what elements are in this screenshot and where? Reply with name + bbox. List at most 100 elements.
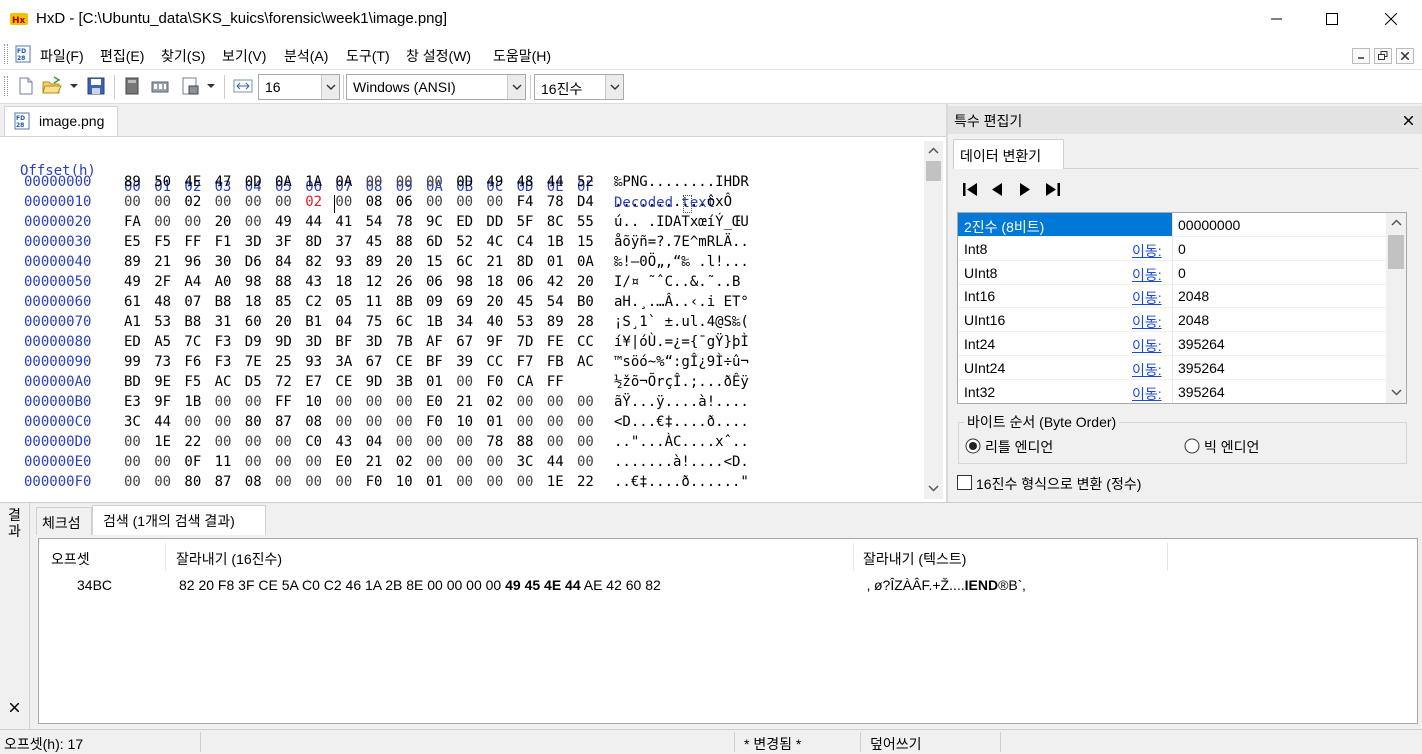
hex-byte[interactable]: 00: [396, 414, 413, 430]
data-inspector-row[interactable]: UInt8 이동: 0: [958, 260, 1386, 285]
hex-byte[interactable]: 00: [305, 474, 322, 490]
hex-byte[interactable]: 49: [486, 174, 503, 190]
hex-byte[interactable]: 93: [335, 254, 352, 270]
hex-byte[interactable]: AC: [577, 354, 594, 370]
hex-byte[interactable]: 43: [305, 274, 322, 290]
hex-byte[interactable]: 9D: [275, 334, 292, 350]
hex-row[interactable]: 00000000 89 50 4E 47 0D 0A 1A 0A 00 00 00 0D 49 48 44 52…: [0, 174, 920, 194]
hex-byte[interactable]: 00: [426, 194, 443, 210]
last-icon[interactable]: [1044, 181, 1061, 198]
decoded-text[interactable]: ¡S¸1` ±.ul.4@S‰(: [614, 314, 749, 330]
hex-byte[interactable]: 50: [154, 174, 171, 190]
hex-byte[interactable]: 7D: [517, 334, 534, 350]
hex-byte[interactable]: 69: [456, 294, 473, 310]
hex-byte[interactable]: 21: [486, 254, 503, 270]
hex-byte[interactable]: 00: [577, 414, 594, 430]
hex-byte[interactable]: 00: [154, 194, 171, 210]
decoded-text[interactable]: ..€‡....ð......": [614, 474, 749, 490]
hex-byte[interactable]: 9E: [154, 374, 171, 390]
hex-byte[interactable]: 88: [275, 274, 292, 290]
hex-byte[interactable]: CA: [517, 374, 534, 390]
hex-byte[interactable]: CC: [577, 334, 594, 350]
hex-byte[interactable]: F0: [486, 374, 503, 390]
hex-row[interactable]: 000000F0 00 00 80 87 08 00 00 00 F0 10 01 00 00 00 1E 22…: [0, 474, 920, 494]
hex-byte[interactable]: 00: [335, 194, 352, 210]
decoded-text[interactable]: .......à!....<D.: [614, 454, 749, 470]
hex-byte[interactable]: 00: [547, 434, 564, 450]
hex-byte[interactable]: 00: [486, 474, 503, 490]
mdi-close-button[interactable]: [1396, 48, 1414, 64]
hex-byte[interactable]: 2F: [154, 274, 171, 290]
hex-row[interactable]: 00000020 FA 00 00 20 00 49 44 41 54 78 9C ED DD 5F 8C 55…: [0, 214, 920, 234]
tab-search-results[interactable]: 검색 (1개의 검색 결과): [92, 505, 266, 535]
vertical-scrollbar[interactable]: [924, 141, 943, 499]
hex-byte[interactable]: 01: [426, 374, 443, 390]
hex-byte[interactable]: 45: [517, 294, 534, 310]
data-inspector-row[interactable]: Int8 이동: 0: [958, 236, 1386, 261]
hex-byte[interactable]: F1: [215, 234, 232, 250]
vertical-scrollbar[interactable]: [1386, 213, 1406, 403]
hex-byte[interactable]: 1E: [154, 434, 171, 450]
hex-byte[interactable]: 10: [396, 474, 413, 490]
hex-byte[interactable]: F7: [517, 354, 534, 370]
hex-byte[interactable]: 48: [154, 294, 171, 310]
type-value[interactable]: 00000000: [1178, 217, 1240, 233]
hex-row[interactable]: 00000040 89 21 96 30 D6 84 82 93 89 20 15 6C 21 8D 01 0A…: [0, 254, 920, 274]
hex-byte[interactable]: 00: [275, 194, 292, 210]
column-separator[interactable]: [853, 543, 854, 571]
hex-byte[interactable]: FE: [547, 334, 564, 350]
hex-byte[interactable]: 1B: [547, 234, 564, 250]
hex-byte[interactable]: 11: [366, 294, 383, 310]
scrollbar-thumb[interactable]: [926, 161, 941, 181]
hex-byte[interactable]: E0: [335, 454, 352, 470]
hex-byte[interactable]: 30: [215, 254, 232, 270]
hex-byte[interactable]: 18: [486, 274, 503, 290]
type-value[interactable]: 395264: [1178, 336, 1225, 352]
hex-byte[interactable]: 31: [215, 314, 232, 330]
hex-byte[interactable]: 96: [184, 254, 201, 270]
hex-byte[interactable]: 00: [396, 394, 413, 410]
hex-byte[interactable]: 00: [335, 414, 352, 430]
decoded-text[interactable]: I/¤ ˜ˆC..&.˜..B: [614, 274, 749, 290]
hex-byte[interactable]: 10: [305, 394, 322, 410]
hex-byte[interactable]: 00: [275, 474, 292, 490]
hex-byte[interactable]: D5: [245, 374, 262, 390]
hex-byte[interactable]: A5: [154, 334, 171, 350]
hex-byte[interactable]: 00: [215, 434, 232, 450]
hex-byte[interactable]: 20: [577, 274, 594, 290]
hex-row[interactable]: 00000050 49 2F A4 A0 98 88 43 18 12 26 06 98 18 06 42 20…: [0, 274, 920, 294]
hex-byte[interactable]: 82: [305, 254, 322, 270]
hex-byte[interactable]: 67: [456, 334, 473, 350]
hex-byte[interactable]: 01: [426, 474, 443, 490]
hex-byte[interactable]: 02: [305, 194, 322, 210]
hex-byte[interactable]: 99: [124, 354, 141, 370]
hex-byte[interactable]: 49: [275, 214, 292, 230]
hex-byte[interactable]: 89: [124, 254, 141, 270]
hex-byte[interactable]: 3C: [124, 414, 141, 430]
disk-icon[interactable]: [122, 76, 142, 96]
hex-byte[interactable]: 89: [124, 174, 141, 190]
hex-row[interactable]: 00000060 61 48 07 B8 18 85 C2 05 11 8B 09 69 20 45 54 B0…: [0, 294, 920, 314]
mdi-minimize-button[interactable]: [1352, 48, 1370, 64]
hex-byte[interactable]: 87: [215, 474, 232, 490]
decoded-text[interactable]: ‰!–0Ö„‚“‰ .l!...: [614, 254, 749, 270]
menu-search[interactable]: 찾기(S): [161, 46, 205, 66]
hex-byte[interactable]: 06: [517, 274, 534, 290]
type-value[interactable]: 0: [1178, 241, 1186, 257]
hex-byte[interactable]: 54: [547, 294, 564, 310]
hex-byte[interactable]: 44: [154, 414, 171, 430]
hex-byte[interactable]: 01: [547, 254, 564, 270]
hex-byte[interactable]: F6: [184, 354, 201, 370]
hex-byte[interactable]: 00: [486, 454, 503, 470]
hex-byte[interactable]: 60: [245, 314, 262, 330]
hex-byte[interactable]: 00: [426, 454, 443, 470]
hex-byte[interactable]: 1A: [305, 174, 322, 190]
hex-byte[interactable]: 4E: [184, 174, 201, 190]
hex-byte[interactable]: 4C: [486, 234, 503, 250]
hex-byte[interactable]: 00: [245, 454, 262, 470]
hex-byte[interactable]: BD: [124, 374, 141, 390]
hex-byte[interactable]: 85: [275, 294, 292, 310]
hex-integer-checkbox[interactable]: 16진수 형식으로 변환 (정수): [957, 473, 1257, 493]
hex-byte[interactable]: BF: [335, 334, 352, 350]
hex-byte[interactable]: 00: [124, 434, 141, 450]
